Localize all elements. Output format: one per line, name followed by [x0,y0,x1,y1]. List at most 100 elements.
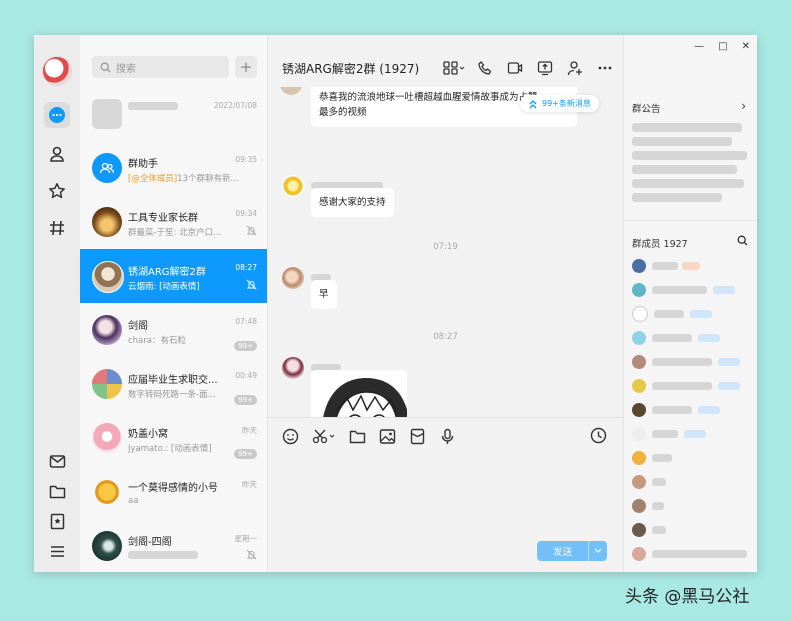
message-area[interactable]: 恭喜我的流浪地球一吐槽超越血腥爱情故事成为占赞 最多的视频 99+条新消息 感谢… [268,87,623,417]
member-avatar [632,355,646,369]
search-icon [737,235,748,246]
send-options-button[interactable] [588,541,607,561]
conversation-item-active[interactable]: 锈湖ARG解密2群 云烟雨: [动画表情] 08:27 [80,249,267,303]
member-avatar [632,499,646,513]
file-button[interactable] [349,428,366,445]
voice-button[interactable] [439,428,456,445]
mail-icon [49,454,65,468]
invite-member-button[interactable] [567,60,583,76]
search-input[interactable]: 搜索 [92,56,229,78]
member-avatar [632,547,646,561]
add-button[interactable]: + [235,56,257,78]
conversation-preview: 数字转码死路一条-面... [128,390,216,400]
mention-highlight: [@全体成员] [128,174,178,184]
screenshot-button[interactable] [312,428,336,445]
image-button[interactable] [379,428,396,445]
nav-favorites[interactable] [44,178,70,204]
conversation-name: 剑阁-四阁 [128,537,172,548]
composer-toolbar [282,426,469,446]
member-item[interactable] [632,450,672,466]
message-text: 早 [319,289,329,300]
conversation-avatar [92,477,122,507]
conversation-list: 搜索 + 2022/07/08 群助手 [@全体成员]13个群聊有新... 09… [80,35,268,572]
message-bubble[interactable]: 感谢大家的支持 [311,188,394,217]
search-placeholder: 搜索 [116,63,136,75]
sender-avatar [282,267,304,289]
member-item[interactable] [632,258,700,274]
conversation-preview: 群最菜-于笙: 北京户口... [128,228,222,238]
conversation-time: 09:34 [235,209,257,218]
nav-messages[interactable] [44,102,70,128]
nav-channels[interactable] [44,215,70,241]
nav-mail[interactable] [44,448,70,474]
folder-icon [49,485,65,498]
announcement-content [632,123,747,202]
apps-button[interactable] [443,60,465,76]
member-item[interactable] [632,546,747,562]
conversation-item[interactable]: 群助手 [@全体成员]13个群聊有新... 09:35 [80,141,267,195]
plus-icon: + [239,58,253,76]
conversation-item[interactable]: 剑阁 chara：有石粒 07:48 99+ [80,303,267,357]
emoji-button[interactable] [282,428,299,445]
sender-avatar [282,357,304,379]
close-button[interactable]: ✕ [742,41,750,52]
member-item[interactable] [632,402,720,418]
member-search-button[interactable] [737,235,748,246]
voice-call-button[interactable] [477,60,493,76]
send-button[interactable]: 发送 [537,541,607,561]
history-button[interactable] [590,427,607,444]
conversation-item[interactable]: 工具专业家长群 群最菜-于笙: 北京户口... 09:34 [80,195,267,249]
more-button[interactable] [597,60,613,76]
phone-icon [478,61,492,75]
conversation-item[interactable]: 一个莫得感情的小号 aa 昨天 [80,465,267,519]
conversation-time: 星期一 [234,534,258,543]
group-info-panel: — □ ✕ 群公告 › 群成员 1927 [623,35,757,572]
video-call-button[interactable] [507,60,523,76]
nav-menu[interactable] [44,538,70,564]
new-messages-button[interactable]: 99+条新消息 [520,95,599,112]
member-item[interactable] [632,522,666,538]
member-item[interactable] [632,330,720,346]
member-item[interactable] [632,306,712,322]
more-dots-icon [598,66,612,70]
conversation-time: 00:49 [235,371,257,380]
member-avatar [632,283,646,297]
member-item[interactable] [632,474,666,490]
conversation-avatar [92,207,122,237]
red-packet-button[interactable] [409,428,426,445]
conversation-name: 应届毕业生求职交... [128,375,218,386]
nav-contacts[interactable] [44,141,70,167]
conversation-time: 09:35 [235,155,257,164]
announcement-title[interactable]: 群公告 [632,101,661,115]
group-assistant-icon [99,162,115,174]
folder-icon [349,430,366,443]
member-item[interactable] [632,378,740,394]
conversation-item[interactable]: 应届毕业生求职交... 数字转码死路一条-面... 00:49 99+ [80,357,267,411]
chevron-right-icon[interactable]: › [741,99,746,113]
member-avatar [632,331,646,345]
member-avatar [632,523,646,537]
conversation-avatar [92,153,122,183]
screen-share-button[interactable] [537,60,553,76]
user-avatar[interactable] [42,56,72,86]
nav-bookmarks[interactable] [44,508,70,534]
member-item[interactable] [632,354,740,370]
conversation-item[interactable]: 奶盖小窝 Jyamato.: [动画表情] 昨天 99+ [80,411,267,465]
nav-files[interactable] [44,478,70,504]
member-item[interactable] [632,282,735,298]
message-composer[interactable]: 发送 [268,417,623,572]
member-item[interactable] [632,498,664,514]
image-message[interactable] [311,370,407,417]
conversation-item[interactable]: 2022/07/08 [80,87,267,141]
double-chevron-up-icon [529,99,537,108]
minimize-button[interactable]: — [694,41,704,52]
message-bubble[interactable]: 早 [311,280,337,309]
conversation-avatar [92,423,122,453]
member-item[interactable] [632,426,706,442]
maximize-button[interactable]: □ [718,41,727,52]
sender-avatar [280,87,302,95]
conversation-time: 08:27 [235,263,257,272]
conversation-item[interactable]: 剑阁-四阁 星期一 [80,519,267,572]
sender-avatar [282,175,304,197]
conversation-name [128,101,178,112]
